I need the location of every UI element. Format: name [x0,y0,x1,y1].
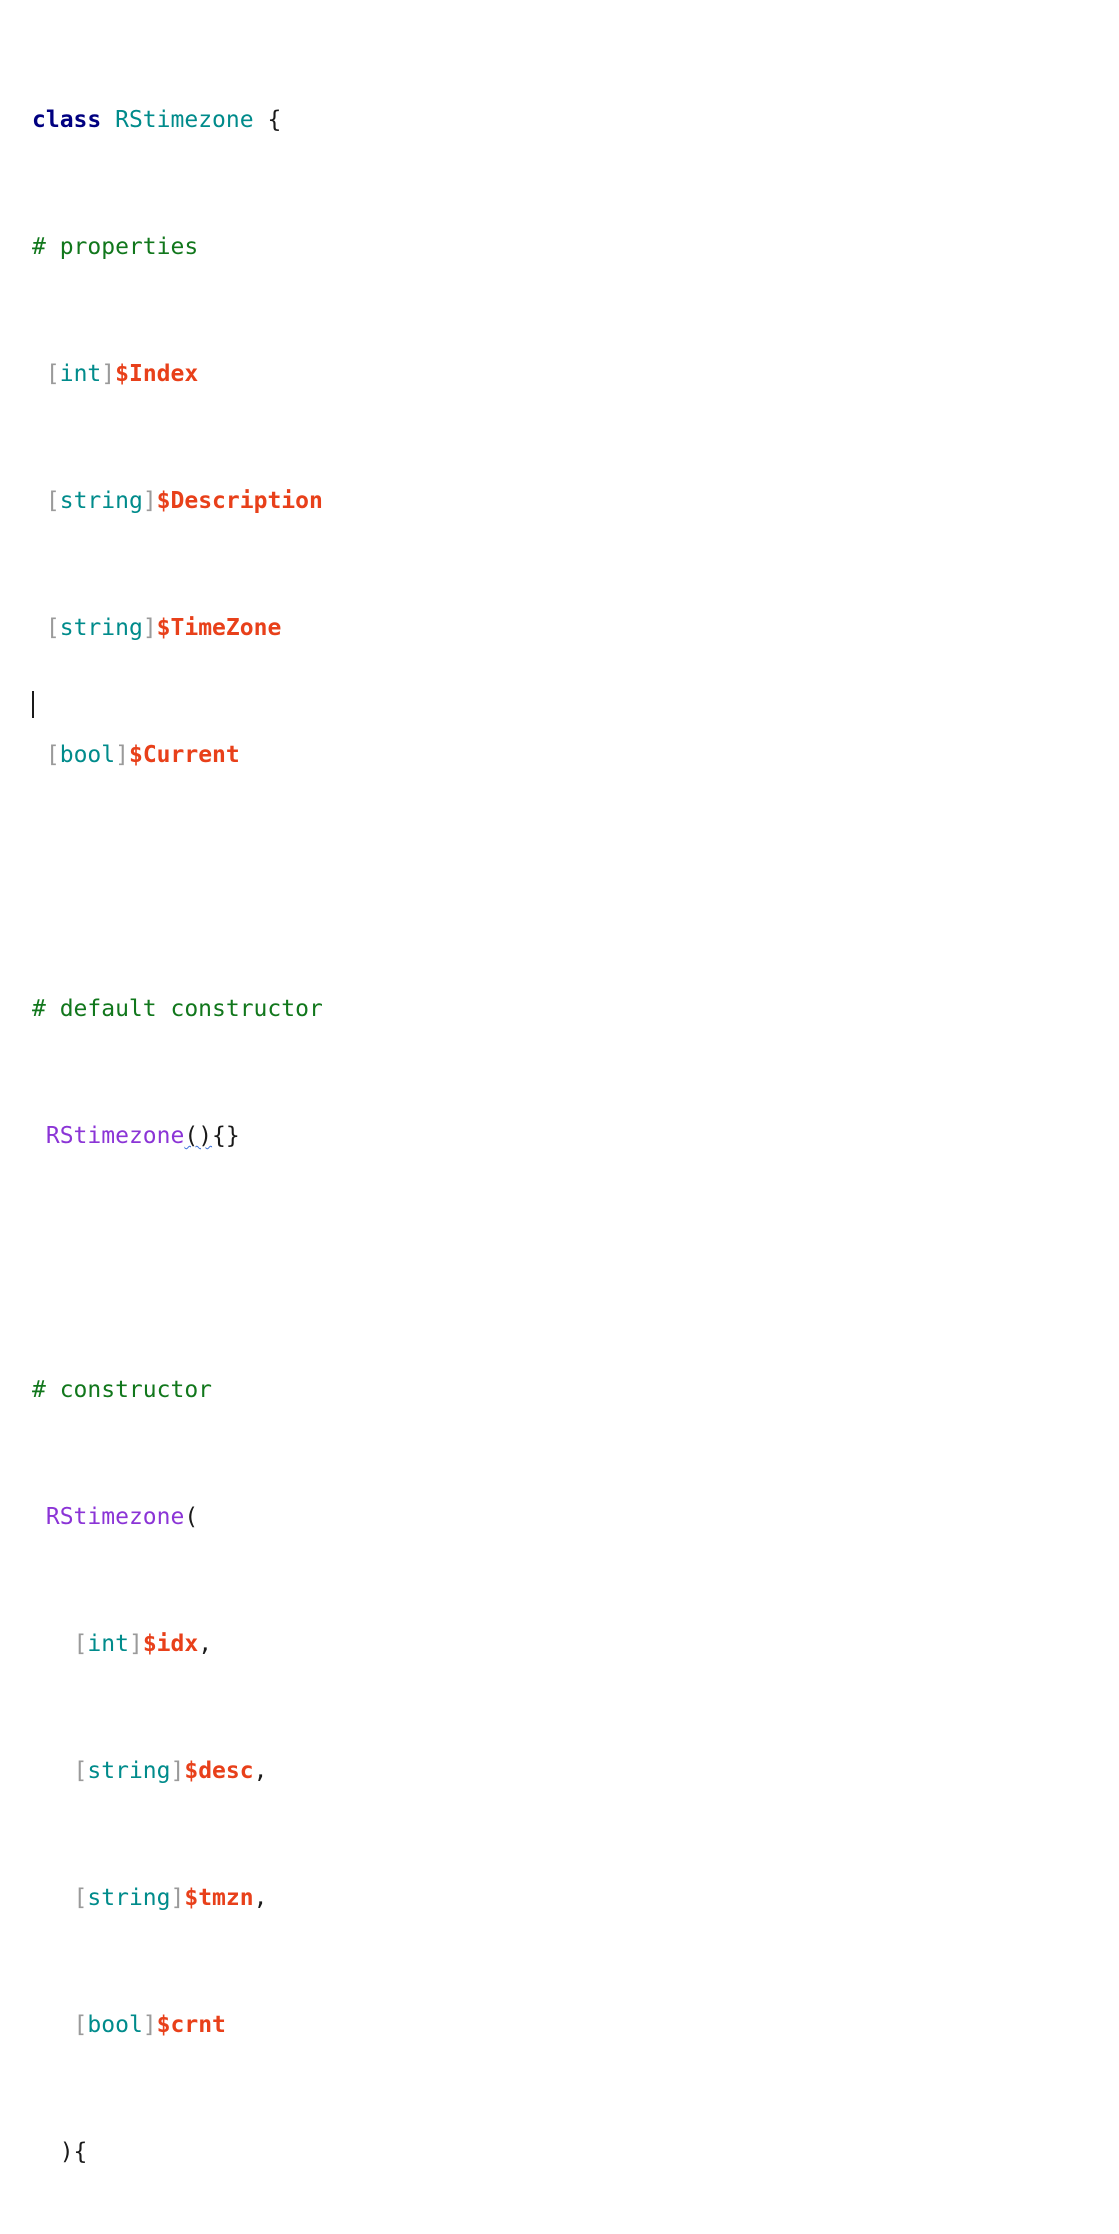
token-function-rstimezone-ctor: RStimezone [45,1503,185,1530]
code-line[interactable]: # default constructor [32,995,614,1022]
token-bracket-close: ] [170,1884,185,1911]
code-content[interactable]: class RStimezone { # properties [int]$In… [32,6,614,2234]
token-bracket-close: ] [101,360,116,387]
token-parens-empty: () [184,1122,213,1149]
token-paren-close-brace-open: ){ [32,2138,88,2165]
code-line-blank[interactable] [32,1251,614,1276]
token-braces-empty: {} [212,1122,240,1149]
token-comma: , [253,1757,268,1784]
token-keyword-class: class [32,106,102,133]
token-bracket-close: ] [170,1757,185,1784]
code-line[interactable]: # constructor [32,1376,614,1403]
token-bracket-open: [ [45,741,60,768]
token-function-rstimezone-default: RStimezone [45,1122,185,1149]
code-line[interactable]: [string]$tmzn, [32,1884,614,1911]
token-bracket-open: [ [73,1884,88,1911]
code-line[interactable]: [string]$TimeZone [32,614,614,641]
token-variable-index: $Index [115,360,199,387]
token-type-string: string [59,614,143,641]
code-line[interactable]: [string]$desc, [32,1757,614,1784]
token-bracket-open: [ [45,360,60,387]
code-line[interactable]: [string]$Description [32,487,614,514]
token-bracket-close: ] [128,1630,143,1657]
text-caret [32,691,34,718]
token-variable-crnt: $crnt [156,2011,226,2038]
code-line-blank[interactable] [32,870,614,895]
code-line[interactable]: [bool]$Current [32,741,614,768]
token-type-int: int [59,360,102,387]
token-comment-properties: # properties [32,233,199,260]
code-line[interactable]: [int]$Index [32,360,614,387]
token-comment-default-constructor: # default constructor [32,995,323,1022]
token-bracket-open: [ [45,614,60,641]
token-variable-description: $Description [156,487,323,514]
code-line[interactable]: RStimezone(){} [32,1122,614,1149]
token-bracket-open: [ [73,1630,88,1657]
code-line[interactable]: class RStimezone { [32,106,614,133]
token-variable-idx: $idx [142,1630,199,1657]
token-variable-current: $Current [128,741,240,768]
token-type-string: string [59,487,143,514]
token-paren-open: ( [184,1503,199,1530]
token-type-int: int [87,1630,129,1657]
token-bracket-close: ] [142,2011,157,2038]
token-variable-tmzn: $tmzn [184,1884,254,1911]
token-type-string: string [87,1757,171,1784]
token-comma: , [253,1884,268,1911]
token-type-bool: bool [87,2011,143,2038]
token-bracket-close: ] [115,741,129,768]
token-bracket-open: [ [73,1757,88,1784]
token-comment-constructor: # constructor [32,1376,213,1403]
token-bracket-close: ] [142,614,157,641]
token-bracket-open: [ [45,487,60,514]
code-editor-surface[interactable]: class RStimezone { # properties [int]$In… [0,0,1119,2165]
token-bracket-close: ] [142,487,157,514]
code-line[interactable]: [int]$idx, [32,1630,614,1657]
token-type-rstimezone: RStimezone [115,106,254,133]
code-line[interactable]: [bool]$crnt [32,2011,614,2038]
token-variable-timezone: $TimeZone [156,614,282,641]
token-type-bool: bool [59,741,116,768]
code-line[interactable]: # properties [32,233,614,260]
token-bracket-open: [ [73,2011,88,2038]
code-line[interactable]: RStimezone( [32,1503,614,1530]
code-line[interactable]: ){ [32,2138,614,2165]
token-type-string: string [87,1884,171,1911]
token-comma: , [198,1630,213,1657]
token-variable-desc: $desc [184,1757,254,1784]
token-brace-open: { [253,106,282,133]
